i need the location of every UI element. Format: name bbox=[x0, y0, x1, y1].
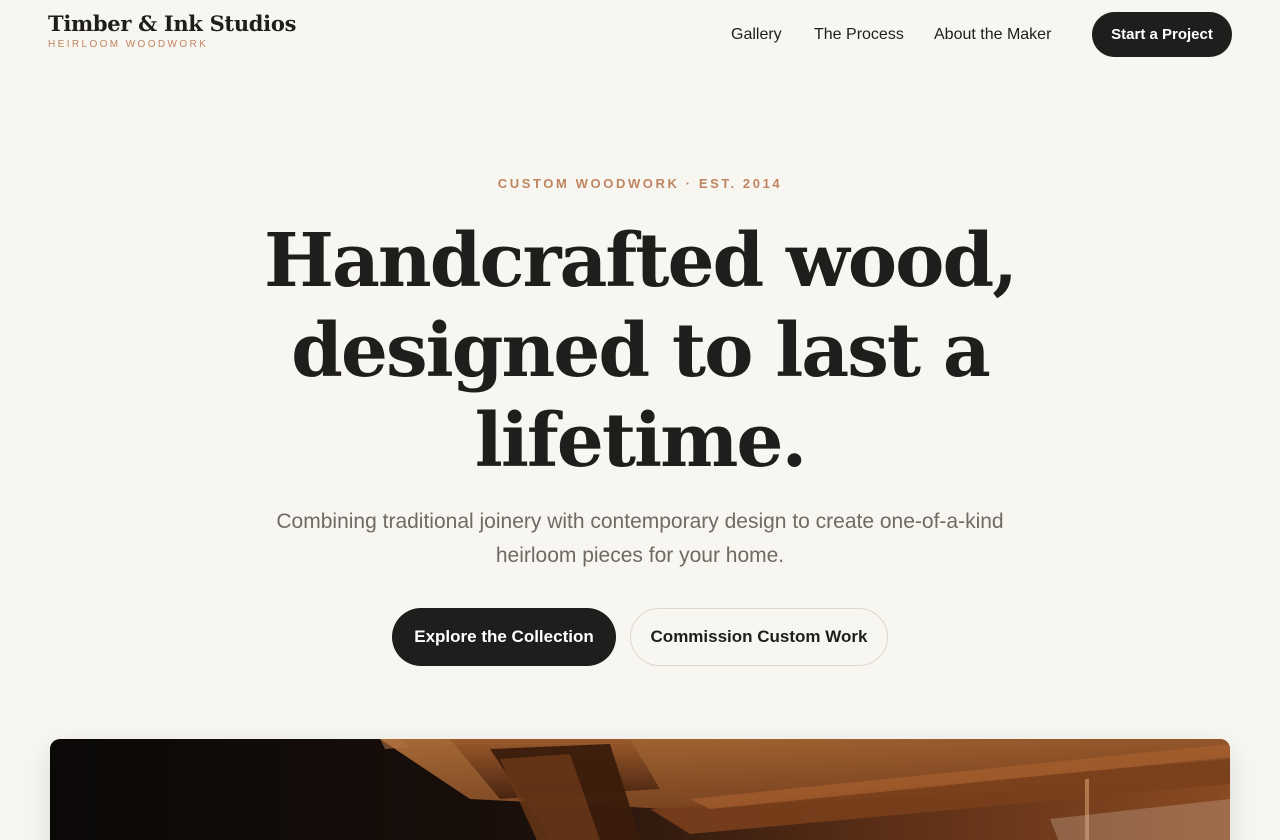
brand-logo[interactable]: Timber & Ink Studios HEIRLOOM WOODWORK bbox=[48, 13, 296, 50]
hero-photo bbox=[50, 739, 1230, 840]
hero-subhead: Combining traditional joinery with conte… bbox=[276, 510, 1004, 567]
brand-name: Timber & Ink Studios bbox=[48, 11, 297, 36]
start-project-button[interactable]: Start a Project bbox=[1092, 12, 1232, 57]
hero-headline: Handcrafted wood, designed to last a lif… bbox=[264, 218, 1018, 484]
nav-link-about[interactable]: About the Maker bbox=[934, 23, 1051, 47]
commission-custom-work-button[interactable]: Commission Custom Work bbox=[630, 608, 888, 666]
page: Timber & Ink Studios HEIRLOOM WOODWORK G… bbox=[0, 0, 1280, 840]
hero-eyebrow: CUSTOM WOODWORK · EST. 2014 bbox=[497, 176, 783, 191]
nav-link-process[interactable]: The Process bbox=[814, 23, 904, 47]
woodwork-photo-illustration bbox=[50, 739, 1230, 840]
site-header: Timber & Ink Studios HEIRLOOM WOODWORK G… bbox=[0, 0, 1280, 70]
nav-link-gallery[interactable]: Gallery bbox=[731, 23, 782, 47]
brand-tagline: HEIRLOOM WOODWORK bbox=[48, 39, 209, 50]
explore-collection-button[interactable]: Explore the Collection bbox=[392, 608, 616, 666]
